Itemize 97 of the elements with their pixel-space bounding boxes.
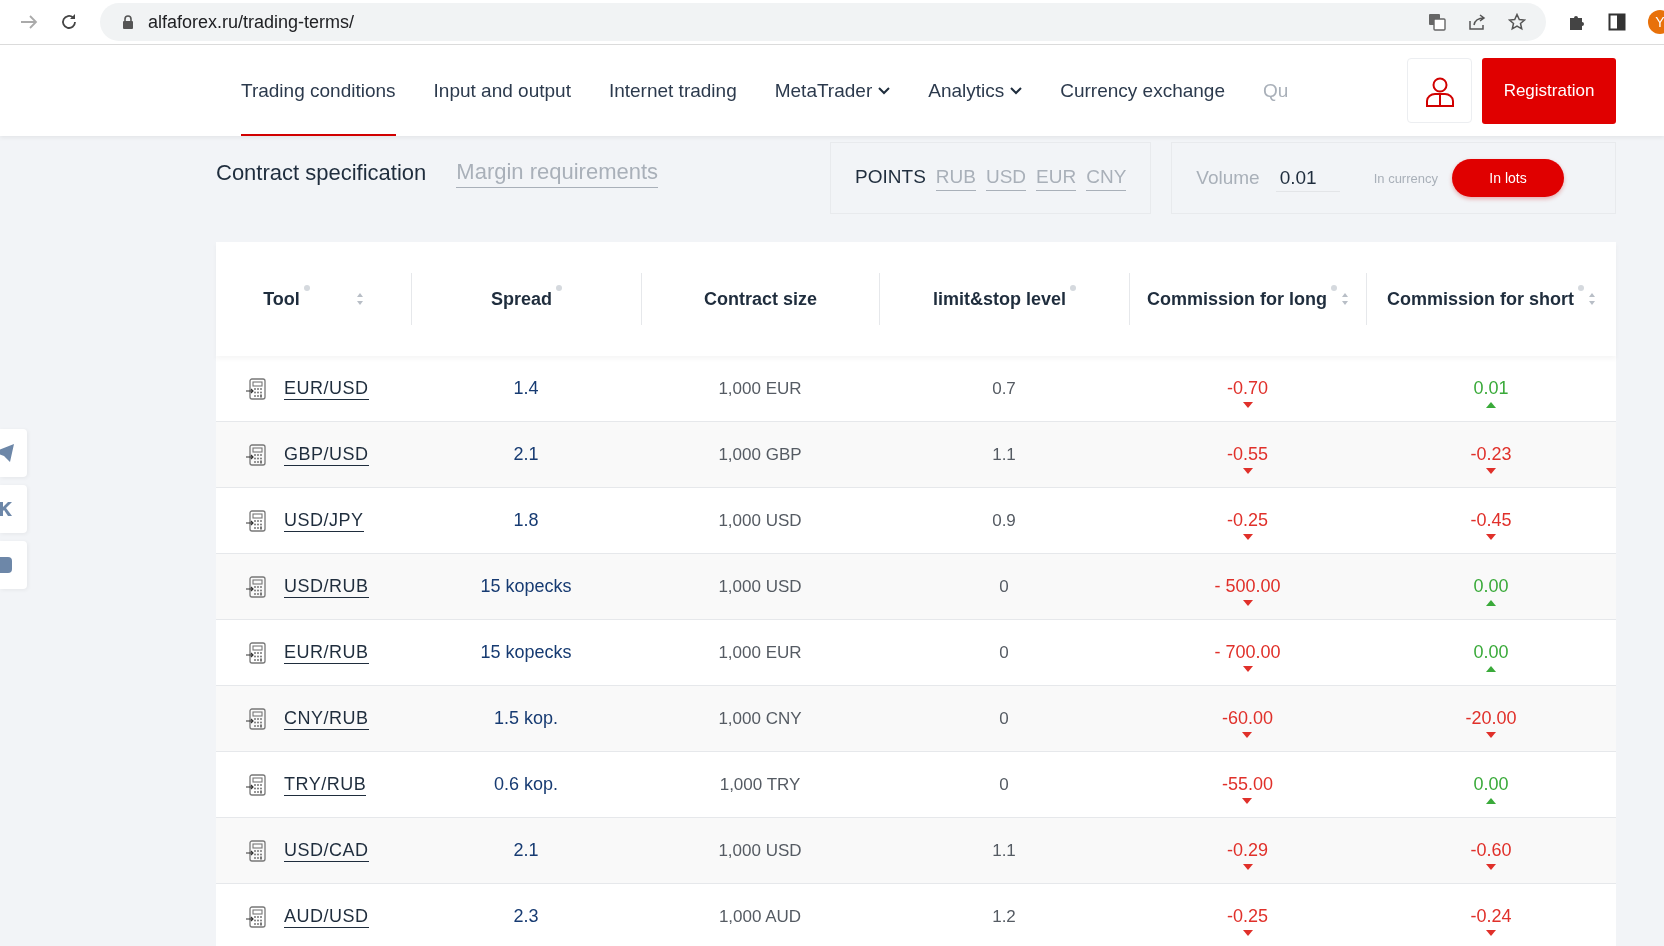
- commission-value: -0.70: [1227, 377, 1268, 399]
- table-cell: 2.3: [513, 906, 539, 927]
- table-cell: 15 kopecks: [480, 576, 572, 597]
- instrument-link[interactable]: GBP/USD: [284, 443, 369, 466]
- column-header[interactable]: Spread: [491, 288, 552, 310]
- calculator-icon[interactable]: [246, 575, 266, 598]
- table-cell: 1.8: [513, 510, 539, 531]
- commission-value: -0.60: [1470, 839, 1512, 861]
- commission-value: - 700.00: [1214, 641, 1281, 663]
- commission-value: -0.55: [1227, 443, 1268, 465]
- calculator-icon[interactable]: [246, 641, 266, 664]
- table-cell: 2.1: [513, 840, 539, 861]
- table-cell: 1,000 USD: [718, 576, 802, 597]
- table-cell: 15 kopecks: [480, 642, 572, 663]
- table-cell: 1,000 CNY: [718, 708, 802, 729]
- instrument-link[interactable]: AUD/USD: [284, 905, 369, 928]
- commission-value: -60.00: [1221, 707, 1273, 729]
- table-cell: 0: [999, 708, 1009, 729]
- mode-toggle[interactable]: In lots: [1452, 159, 1564, 197]
- table-cell: 0.9: [992, 510, 1016, 531]
- commission-value: -20.00: [1465, 707, 1517, 729]
- social-card[interactable]: [0, 485, 27, 533]
- table-cell: 1,000 GBP: [718, 444, 802, 465]
- table-cell: 1.4: [513, 378, 539, 399]
- table-cell: 0: [999, 774, 1009, 795]
- puzzle-icon[interactable]: [1568, 13, 1586, 31]
- table-cell: 0: [999, 642, 1009, 663]
- calculator-icon[interactable]: [246, 509, 266, 532]
- instrument-link[interactable]: TRY/RUB: [284, 773, 367, 796]
- account-button[interactable]: [1407, 58, 1472, 123]
- nav-link[interactable]: Trading conditions: [241, 45, 396, 136]
- column-header[interactable]: limit&stop level: [933, 288, 1066, 310]
- instrument-link[interactable]: EUR/USD: [284, 377, 369, 400]
- calculator-icon[interactable]: [246, 839, 266, 862]
- share-icon[interactable]: [1468, 13, 1486, 31]
- table-cell: 1.1: [992, 840, 1016, 861]
- column-header[interactable]: Commission for short: [1387, 288, 1574, 310]
- nav-link[interactable]: Internet trading: [608, 45, 737, 136]
- unit-option[interactable]: POINTS: [855, 165, 926, 191]
- social-card[interactable]: [0, 541, 27, 589]
- nav-link[interactable]: MetaTrader: [774, 45, 891, 136]
- table-cell: 1.5 kop.: [493, 708, 558, 729]
- calculator-icon[interactable]: [246, 773, 266, 796]
- table-cell: 1,000 TRY: [719, 774, 801, 795]
- commission-value: - 500.00: [1214, 575, 1281, 597]
- video-icon[interactable]: [0, 557, 12, 573]
- table-cell: 1,000 USD: [718, 510, 802, 531]
- instrument-link[interactable]: USD/JPY: [284, 509, 364, 532]
- calculator-icon[interactable]: [246, 377, 266, 400]
- table-cell: 1.2: [992, 906, 1016, 927]
- social-card[interactable]: [0, 429, 27, 477]
- star-icon[interactable]: [1508, 13, 1526, 31]
- commission-value: -0.24: [1470, 905, 1512, 927]
- nav-link[interactable]: Analytics: [928, 45, 1023, 136]
- calculator-icon[interactable]: [246, 707, 266, 730]
- volume-field[interactable]: 0.01: [1275, 164, 1340, 192]
- commission-value: 0.00: [1473, 773, 1509, 795]
- calculator-icon[interactable]: [246, 443, 266, 466]
- tab[interactable]: Contract specification: [216, 160, 427, 186]
- table-cell: 0.6 kop.: [493, 774, 558, 795]
- instrument-link[interactable]: CNY/RUB: [284, 707, 369, 730]
- instrument-link[interactable]: USD/RUB: [284, 575, 369, 598]
- reload-icon[interactable]: [60, 13, 78, 31]
- nav-link[interactable]: Currency exchange: [1060, 45, 1225, 136]
- url-text: alfaforex.ru/trading-terms/: [148, 11, 355, 33]
- translate-icon[interactable]: [1428, 13, 1446, 31]
- side-panel-icon[interactable]: [1608, 13, 1626, 31]
- vk-icon[interactable]: [0, 502, 12, 516]
- address-bar[interactable]: alfaforex.ru/trading-terms/: [100, 3, 1546, 41]
- table-cell: 1,000 EUR: [718, 378, 802, 399]
- table-cell: 0: [999, 576, 1009, 597]
- table-cell: 1,000 EUR: [718, 642, 802, 663]
- column-header[interactable]: Contract size: [704, 288, 817, 310]
- commission-value: -55.00: [1221, 773, 1273, 795]
- registration-button[interactable]: Registration: [1482, 57, 1616, 124]
- commission-value: -0.29: [1227, 839, 1268, 861]
- instrument-link[interactable]: USD/CAD: [284, 839, 369, 862]
- commission-value: -0.25: [1227, 905, 1268, 927]
- commission-value: -0.25: [1227, 509, 1268, 531]
- instrument-link[interactable]: EUR/RUB: [284, 641, 369, 664]
- commission-value: 0.00: [1473, 575, 1509, 597]
- nav-link[interactable]: Input and output: [433, 45, 571, 136]
- commission-value: -0.45: [1470, 509, 1512, 531]
- column-header[interactable]: Tool: [263, 288, 300, 310]
- table-cell: 0.7: [992, 378, 1016, 399]
- commission-value: 0.00: [1473, 641, 1509, 663]
- table-cell: 1,000 AUD: [718, 906, 802, 927]
- table-cell: 1,000 USD: [718, 840, 802, 861]
- paper-plane-icon[interactable]: [0, 444, 14, 462]
- table-cell: 1.1: [992, 444, 1016, 465]
- commission-value: 0.01: [1473, 377, 1509, 399]
- table-cell: 2.1: [513, 444, 539, 465]
- column-header[interactable]: Commission for long: [1147, 288, 1327, 310]
- commission-value: -0.23: [1470, 443, 1512, 465]
- lock-icon: [122, 15, 134, 29]
- volume-label: Volume: [1196, 167, 1260, 189]
- calculator-icon[interactable]: [246, 905, 266, 928]
